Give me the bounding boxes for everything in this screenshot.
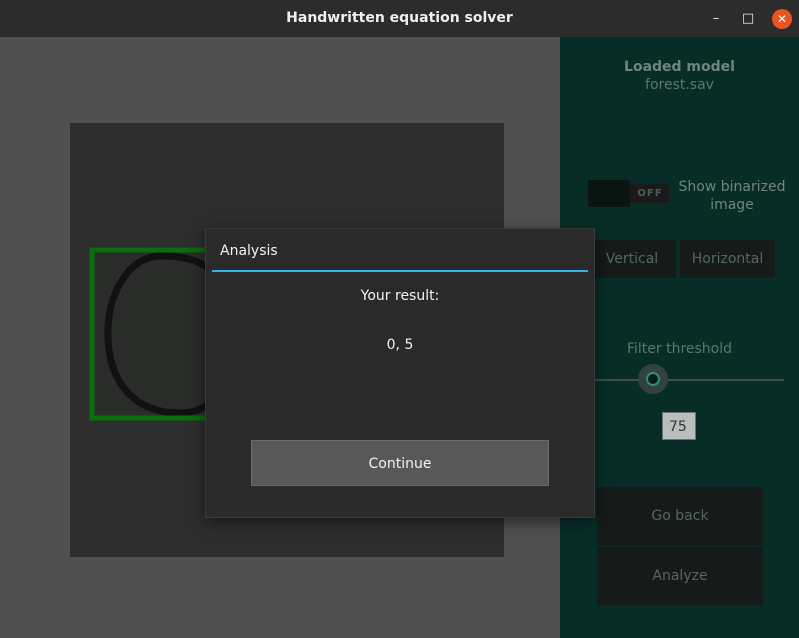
analysis-dialog: Analysis Your result: 0, 5 Continue — [205, 228, 595, 518]
result-value: 0, 5 — [386, 337, 414, 353]
model-name: forest.sav — [645, 77, 714, 93]
continue-button[interactable]: Continue — [251, 440, 549, 486]
model-title: Loaded model — [624, 59, 735, 75]
toggle-label: Show binarized image — [678, 179, 786, 213]
toggle-state: OFF — [630, 184, 670, 203]
minimize-icon[interactable]: – — [706, 9, 726, 29]
go-back-button[interactable]: Go back — [597, 487, 763, 545]
filter-slider-track[interactable] — [594, 379, 784, 381]
dialog-divider — [212, 270, 588, 272]
toggle-knob — [588, 180, 630, 207]
analyze-button[interactable]: Analyze — [597, 547, 763, 605]
vertical-button[interactable]: Vertical — [588, 240, 676, 278]
filter-threshold-label: Filter threshold — [626, 341, 733, 357]
close-icon[interactable]: ✕ — [772, 9, 792, 29]
dialog-title: Analysis — [220, 243, 278, 259]
binarize-toggle[interactable]: OFF — [588, 180, 670, 207]
filter-slider-handle[interactable] — [638, 364, 668, 394]
window-titlebar: Handwritten equation solver – □ ✕ — [0, 0, 799, 37]
window-title: Handwritten equation solver — [286, 10, 513, 26]
maximize-icon[interactable]: □ — [738, 9, 758, 29]
horizontal-button[interactable]: Horizontal — [680, 240, 775, 278]
main-content: Loaded model forest.sav OFF Show binariz… — [0, 37, 799, 638]
result-label: Your result: — [360, 288, 440, 304]
filter-value-input[interactable]: 75 — [662, 412, 696, 440]
